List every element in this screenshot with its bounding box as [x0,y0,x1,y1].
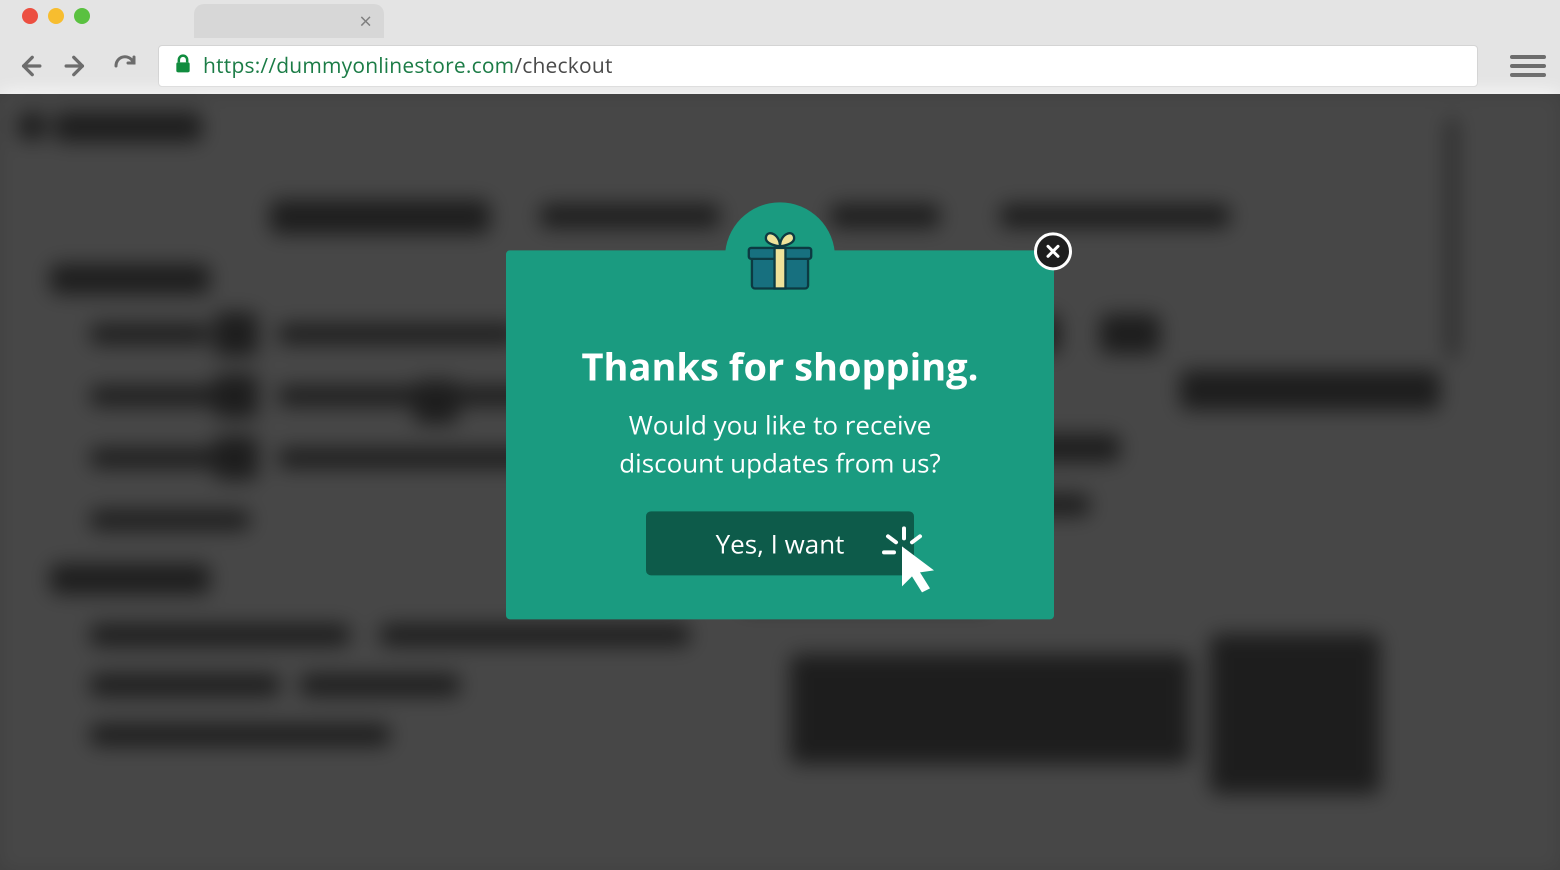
tab-strip: × [0,0,1560,38]
minimize-window-icon[interactable] [48,8,64,24]
popup-modal: Thanks for shopping. Would you like to r… [506,250,1054,619]
address-bar[interactable]: https://dummyonlinestore.com/checkout [158,45,1478,87]
cursor-click-icon [882,527,946,604]
browser-chrome: × https://dummyonlinestore.com/checkout [0,0,1560,94]
back-button[interactable] [14,51,44,81]
forward-button[interactable] [62,51,92,81]
close-modal-button[interactable] [1034,232,1072,270]
window-controls[interactable] [8,8,104,24]
url-text: https://dummyonlinestore.com/checkout [203,52,613,80]
close-window-icon[interactable] [22,8,38,24]
browser-toolbar: https://dummyonlinestore.com/checkout [0,38,1560,94]
modal-title: Thanks for shopping. [546,340,1014,392]
close-tab-icon[interactable]: × [359,10,372,32]
maximize-window-icon[interactable] [74,8,90,24]
modal-subtitle: Would you like to receive discount updat… [590,406,970,481]
hamburger-menu-icon[interactable] [1510,48,1546,84]
yes-button[interactable]: Yes, I want [646,512,915,576]
gift-icon [725,202,835,312]
reload-button[interactable] [110,51,140,81]
browser-tab[interactable]: × [194,4,384,38]
lock-icon [173,53,193,80]
